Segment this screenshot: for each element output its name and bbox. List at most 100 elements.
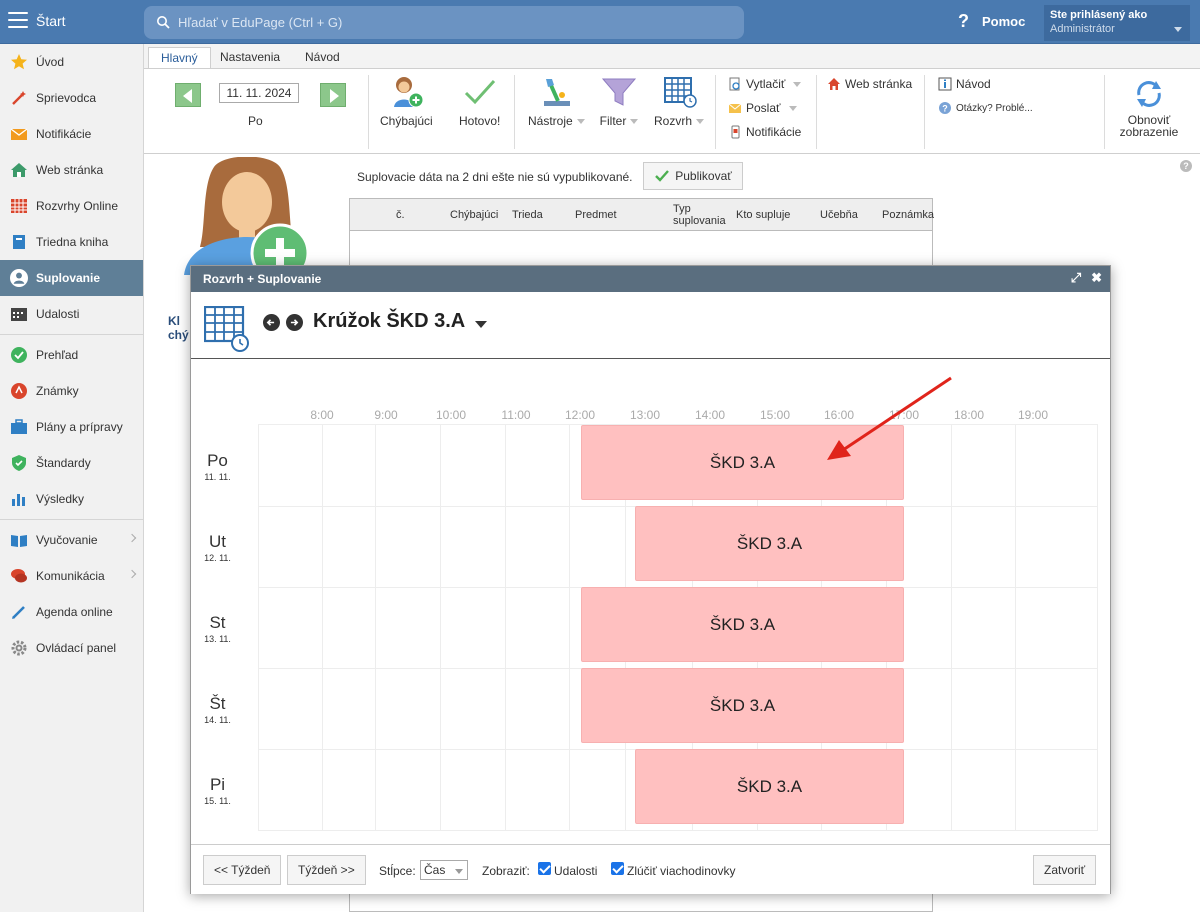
col-substitute[interactable]: Kto supluje	[736, 209, 790, 221]
merge-lessons-label[interactable]: Zlúčiť viachodinovky	[627, 864, 736, 878]
search-box[interactable]	[144, 6, 744, 39]
send-button[interactable]: Poslať	[728, 101, 797, 115]
help-label[interactable]: Pomoc	[982, 14, 1025, 29]
print-button[interactable]: Vytlačiť	[728, 77, 802, 91]
chevron-down-icon	[788, 105, 797, 111]
svg-text:?: ?	[942, 104, 948, 114]
sidebar-item-komunikacia[interactable]: Komunikácia	[0, 558, 143, 594]
refresh-icon	[1137, 81, 1161, 107]
guide-button[interactable]: Návod	[938, 77, 991, 91]
tools-label: Nástroje	[528, 114, 573, 128]
lesson-card[interactable]: ŠKD 3.A	[581, 587, 904, 662]
filter-button[interactable]: Filter	[599, 75, 639, 128]
chevron-down-icon[interactable]	[475, 321, 487, 328]
help-icon[interactable]: ?	[1180, 160, 1192, 172]
prev-week-button[interactable]: << Týždeň	[203, 855, 282, 885]
timetable-name[interactable]: Krúžok ŠKD 3.A	[313, 310, 465, 333]
bar-chart-icon	[10, 490, 28, 508]
maximize-icon[interactable]: ⤢	[1071, 271, 1081, 284]
chevron-down-icon	[793, 81, 802, 87]
ribbon: Po Chýbajúci Hotovo! Nástroje Filter Roz…	[144, 68, 1200, 154]
chevron-down-icon	[630, 119, 639, 125]
day-row-label: Št 14. 11.	[204, 694, 231, 725]
col-number[interactable]: č.	[396, 209, 405, 221]
show-label: Zobraziť:	[482, 864, 530, 878]
sidebar-item-prehlad[interactable]: Prehľad	[0, 337, 143, 373]
sidebar-item-agenda-online[interactable]: Agenda online	[0, 594, 143, 630]
sidebar-item-web-stranka[interactable]: Web stránka	[0, 152, 143, 188]
menu-icon[interactable]	[8, 12, 28, 30]
close-icon[interactable]: ✖	[1091, 271, 1102, 284]
next-week-button[interactable]: Týždeň >>	[287, 855, 366, 885]
col-type-line2[interactable]: suplovania	[673, 215, 726, 227]
sidebar-item-triedna-kniha[interactable]: Triedna kniha	[0, 224, 143, 260]
close-button[interactable]: Zatvoriť	[1033, 855, 1097, 885]
grid-line	[505, 425, 506, 830]
publish-label: Publikovať	[675, 169, 732, 183]
help-icon[interactable]: ?	[958, 11, 969, 32]
sidebar-item-label: Notifikácie	[36, 127, 92, 141]
publish-button[interactable]: Publikovať	[643, 162, 743, 190]
prev-day-button[interactable]	[175, 83, 201, 107]
hour-label: 13:00	[629, 408, 661, 422]
tools-icon	[544, 79, 571, 106]
tools-button[interactable]: Nástroje	[528, 75, 585, 128]
sidebar-item-rozvrhy-online[interactable]: Rozvrhy Online	[0, 188, 143, 224]
events-checkbox[interactable]	[538, 862, 551, 875]
merge-lessons-checkbox[interactable]	[611, 862, 624, 875]
absent-button[interactable]: Chýbajúci	[380, 75, 433, 128]
sidebar-item-vyucovanie[interactable]: Vyučovanie	[0, 522, 143, 558]
sidebar-item-ovladaci-panel[interactable]: Ovládací panel	[0, 630, 143, 666]
filter-label: Filter	[599, 114, 627, 128]
events-label[interactable]: Udalosti	[554, 864, 597, 878]
add-absent-avatar-icon[interactable]	[184, 157, 310, 275]
columns-select[interactable]: Čas	[420, 860, 468, 880]
col-subject[interactable]: Predmet	[575, 209, 617, 221]
sidebar-item-label: Úvod	[36, 55, 65, 69]
lesson-card[interactable]: ŠKD 3.A	[581, 668, 904, 743]
sidebar-item-label: Web stránka	[36, 163, 104, 177]
date-input[interactable]	[219, 83, 299, 103]
sidebar-item-label: Známky	[36, 384, 79, 398]
col-note[interactable]: Poznámka	[882, 209, 934, 221]
previous-arrow-icon[interactable]	[263, 314, 280, 331]
notifications-button[interactable]: Notifikácie	[728, 125, 801, 139]
col-room[interactable]: Učebňa	[820, 209, 858, 221]
sidebar-item-label: Ovládací panel	[36, 641, 117, 655]
timetable-button[interactable]: Rozvrh	[654, 75, 705, 128]
col-absent[interactable]: Chýbajúci	[450, 209, 498, 221]
sidebar-item-uvod[interactable]: Úvod	[0, 44, 143, 80]
absent-label: Chýbajúci	[380, 114, 433, 128]
sidebar-item-standardy[interactable]: Štandardy	[0, 445, 143, 481]
chat-icon	[10, 567, 28, 585]
search-input[interactable]	[174, 6, 734, 39]
sidebar-divider	[0, 334, 143, 335]
next-day-button[interactable]	[320, 83, 346, 107]
sidebar-item-udalosti[interactable]: Udalosti	[0, 296, 143, 332]
tab-navod[interactable]: Návod	[293, 47, 352, 69]
sidebar-item-suplovanie[interactable]: Suplovanie	[0, 260, 143, 296]
tab-hlavny[interactable]: Hlavný	[148, 47, 211, 69]
envelope-icon	[728, 103, 742, 113]
web-page-button[interactable]: Web stránka	[827, 77, 912, 91]
tab-nastavenia[interactable]: Nastavenia	[208, 47, 292, 69]
sidebar-item-plany[interactable]: Plány a prípravy	[0, 409, 143, 445]
annotation-arrow	[827, 376, 952, 460]
sidebar-item-notifikacie[interactable]: Notifikácie	[0, 116, 143, 152]
sidebar-item-sprievodca[interactable]: Sprievodca	[0, 80, 143, 116]
col-type-line1[interactable]: Typ	[673, 203, 691, 215]
house-icon	[10, 161, 28, 179]
lesson-card[interactable]: ŠKD 3.A	[635, 749, 904, 824]
lesson-card[interactable]: ŠKD 3.A	[635, 506, 904, 581]
start-label[interactable]: Štart	[36, 13, 66, 29]
col-class[interactable]: Trieda	[512, 209, 543, 221]
next-arrow-icon[interactable]	[286, 314, 303, 331]
user-menu[interactable]: Ste prihlásený ako Administrátor	[1044, 5, 1190, 41]
questions-link[interactable]: ? Otázky? Problé...	[938, 101, 1033, 115]
done-button[interactable]: Hotovo!	[459, 75, 500, 128]
sidebar-item-vysledky[interactable]: Výsledky	[0, 481, 143, 517]
ribbon-divider	[715, 75, 716, 149]
grid-line	[1097, 425, 1098, 830]
sidebar-item-znamky[interactable]: Známky	[0, 373, 143, 409]
refresh-button[interactable]: Obnoviť zobrazenie	[1114, 77, 1184, 138]
